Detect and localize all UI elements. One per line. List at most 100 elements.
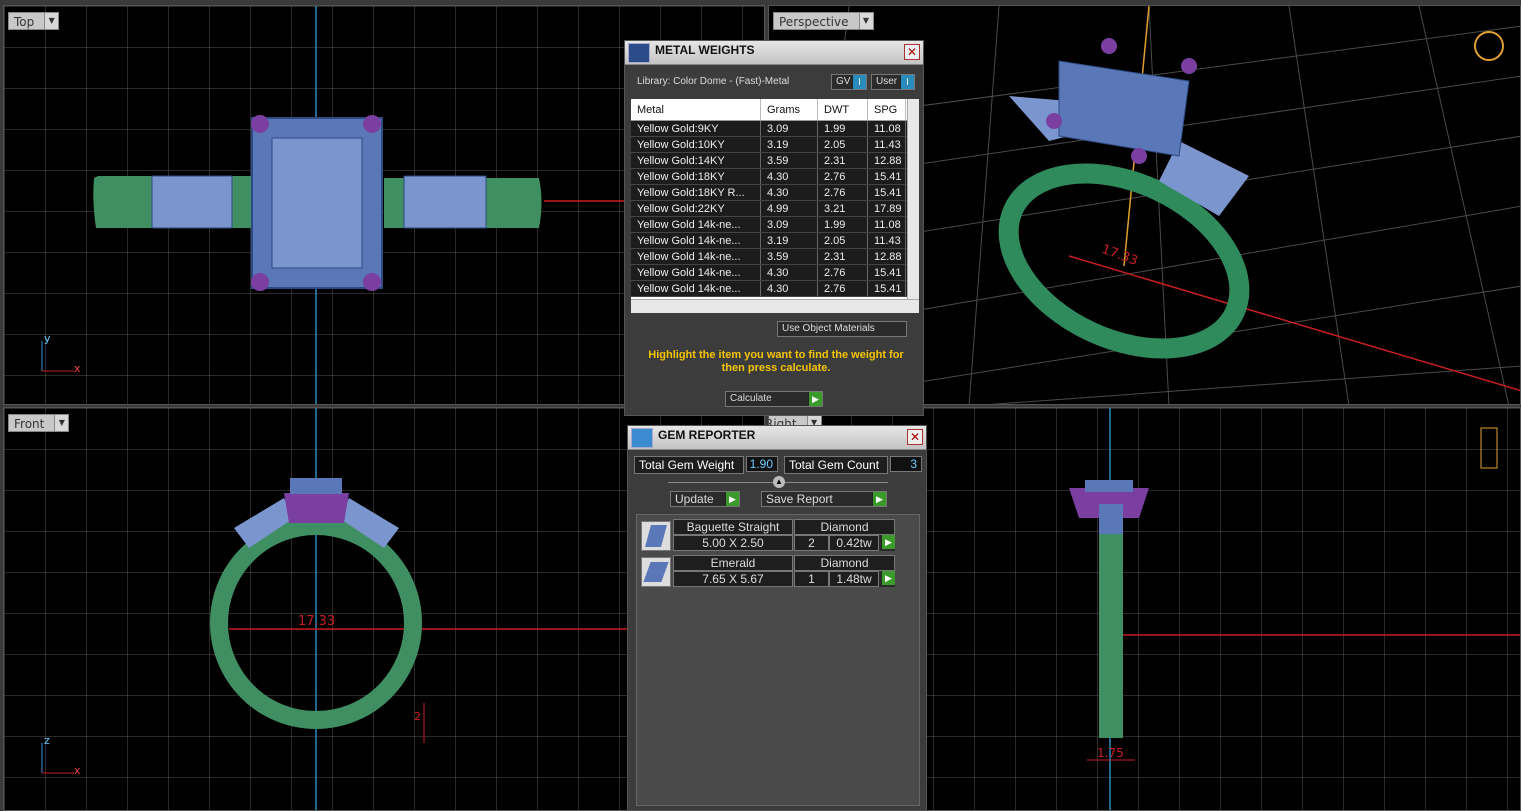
cell: 4.30 [761, 265, 818, 280]
axis-y-label: y [44, 332, 51, 345]
cell: 2.31 [818, 153, 868, 168]
table-row[interactable]: Yellow Gold:18KY 4.30 2.76 15.41 [631, 169, 919, 185]
table-row[interactable]: Yellow Gold:18KY R... 4.30 2.76 15.41 [631, 185, 919, 201]
table-row[interactable]: Yellow Gold:10KY 3.19 2.05 11.43 [631, 137, 919, 153]
cell: 3.59 [761, 153, 818, 168]
cell: 17.89 [868, 201, 906, 216]
total-gem-weight-label: Total Gem Weight [634, 456, 744, 474]
table-row[interactable]: Yellow Gold 14k-ne... 3.19 2.05 11.43 [631, 233, 919, 249]
cell: 11.43 [868, 233, 906, 248]
table-row[interactable]: Yellow Gold 14k-ne... 4.30 2.76 15.41 [631, 265, 919, 281]
toggle-icon: I [852, 75, 866, 89]
viewport-front-label[interactable]: Front ▼ [8, 414, 70, 432]
cell: 4.30 [761, 185, 818, 200]
gem-material: Diamond [794, 555, 895, 571]
total-gem-count-label: Total Gem Count [784, 456, 888, 474]
viewport-perspective-label-text: Perspective [779, 15, 849, 29]
cell: 2.76 [818, 185, 868, 200]
cell: 11.43 [868, 137, 906, 152]
metal-table[interactable]: Metal Grams DWT SPG Yellow Gold:9KY 3.09 1… [631, 99, 919, 313]
viewport-perspective-label[interactable]: Perspective ▼ [773, 12, 874, 30]
col-header[interactable]: SPG [868, 99, 906, 120]
axis-z-label: z [44, 734, 50, 747]
calculate-label: Calculate [730, 393, 772, 404]
cell: Yellow Gold 14k-ne... [631, 233, 761, 248]
play-icon: ▶ [725, 492, 739, 506]
close-icon[interactable]: ✕ [907, 429, 923, 445]
cell: 15.41 [868, 185, 906, 200]
use-object-materials-button[interactable]: Use Object Materials [777, 321, 907, 337]
viewport-front-label-text: Front [14, 417, 45, 431]
metal-weights-title: METAL WEIGHTS [655, 43, 755, 57]
play-icon: ▶ [872, 492, 886, 506]
use-object-materials-label: Use Object Materials [782, 323, 875, 334]
cell: 15.41 [868, 265, 906, 280]
right-dimension: 1.75 [1097, 746, 1124, 760]
cell: 1.99 [818, 121, 868, 136]
cell: 2.76 [818, 169, 868, 184]
front-dimension: 17.33 [298, 614, 336, 629]
gem-reporter-title: GEM REPORTER [658, 428, 756, 442]
cell: 3.09 [761, 121, 818, 136]
cell: Yellow Gold 14k-ne... [631, 265, 761, 280]
cell: Yellow Gold:14KY [631, 153, 761, 168]
gem-select-button[interactable]: ▶ [879, 535, 895, 551]
table-row[interactable]: Yellow Gold 14k-ne... 3.59 2.31 12.88 [631, 249, 919, 265]
gem-shape: Emerald [673, 555, 793, 571]
gv-toggle[interactable]: GV I [831, 74, 867, 90]
table-row[interactable]: Yellow Gold 14k-ne... 3.09 1.99 11.08 [631, 217, 919, 233]
gem-select-button[interactable]: ▶ [879, 571, 895, 587]
chevron-down-icon[interactable]: ▼ [54, 415, 69, 431]
table-row[interactable]: Yellow Gold 14k-ne... 4.30 2.76 15.41 [631, 281, 919, 297]
gem-reporter-logo-icon [631, 428, 653, 448]
axis-x-label: x [74, 362, 81, 375]
viewport-top-label-text: Top [14, 15, 35, 29]
cell: 2.05 [818, 137, 868, 152]
gem-size: 7.65 X 5.67 [673, 571, 793, 587]
col-header[interactable]: DWT [818, 99, 868, 120]
cell: 4.30 [761, 281, 818, 296]
chevron-down-icon[interactable]: ▼ [858, 13, 873, 29]
gv-toggle-label: GV [836, 76, 851, 87]
horizontal-scrollbar[interactable] [631, 299, 919, 313]
cell: 3.09 [761, 217, 818, 232]
cell: 4.99 [761, 201, 818, 216]
cell: 4.30 [761, 169, 818, 184]
cell: Yellow Gold:22KY [631, 201, 761, 216]
cell: Yellow Gold:18KY [631, 169, 761, 184]
viewport-top-label[interactable]: Top ▼ [8, 12, 60, 30]
table-row[interactable]: Yellow Gold:22KY 4.99 3.21 17.89 [631, 201, 919, 217]
cell: 2.76 [818, 281, 868, 296]
cell: 1.99 [818, 217, 868, 232]
collapse-icon[interactable]: ▲ [773, 476, 785, 488]
library-label: Library: Color Dome - (Fast)-Metal [637, 76, 790, 87]
user-toggle-label: User [876, 76, 898, 87]
gem-weight: 1.48tw [829, 571, 879, 587]
cell: 15.41 [868, 169, 906, 184]
total-gem-count-value: 3 [890, 456, 922, 472]
gem-reporter-panel: GEM REPORTER ✕ Total Gem Weight 1.90 Tot… [627, 425, 927, 811]
table-row[interactable]: Yellow Gold:14KY 3.59 2.31 12.88 [631, 153, 919, 169]
gem-size: 5.00 X 2.50 [673, 535, 793, 551]
metal-weights-titlebar[interactable]: METAL WEIGHTS ✕ [625, 41, 923, 65]
user-toggle[interactable]: User I [871, 74, 915, 90]
update-button[interactable]: Update ▶ [670, 491, 740, 507]
play-icon: ▶ [808, 392, 822, 406]
update-label: Update [675, 492, 714, 506]
vertical-scrollbar[interactable] [907, 99, 919, 299]
gem-reporter-titlebar[interactable]: GEM REPORTER ✕ [628, 426, 926, 450]
chevron-down-icon[interactable]: ▼ [44, 13, 59, 29]
play-icon: ▶ [881, 535, 895, 549]
gem-list: Baguette Straight Diamond 5.00 X 2.50 2 … [636, 514, 920, 806]
cell: Yellow Gold:9KY [631, 121, 761, 136]
gem-shape: Baguette Straight [673, 519, 793, 535]
save-report-button[interactable]: Save Report ▶ [761, 491, 887, 507]
cell: 12.88 [868, 153, 906, 168]
play-icon: ▶ [881, 571, 895, 585]
col-header[interactable]: Metal [631, 99, 761, 120]
col-header[interactable]: Grams [761, 99, 818, 120]
close-icon[interactable]: ✕ [904, 44, 920, 60]
calculate-button[interactable]: Calculate ▶ [725, 391, 823, 407]
save-report-label: Save Report [766, 492, 833, 506]
table-row[interactable]: Yellow Gold:9KY 3.09 1.99 11.08 [631, 121, 919, 137]
